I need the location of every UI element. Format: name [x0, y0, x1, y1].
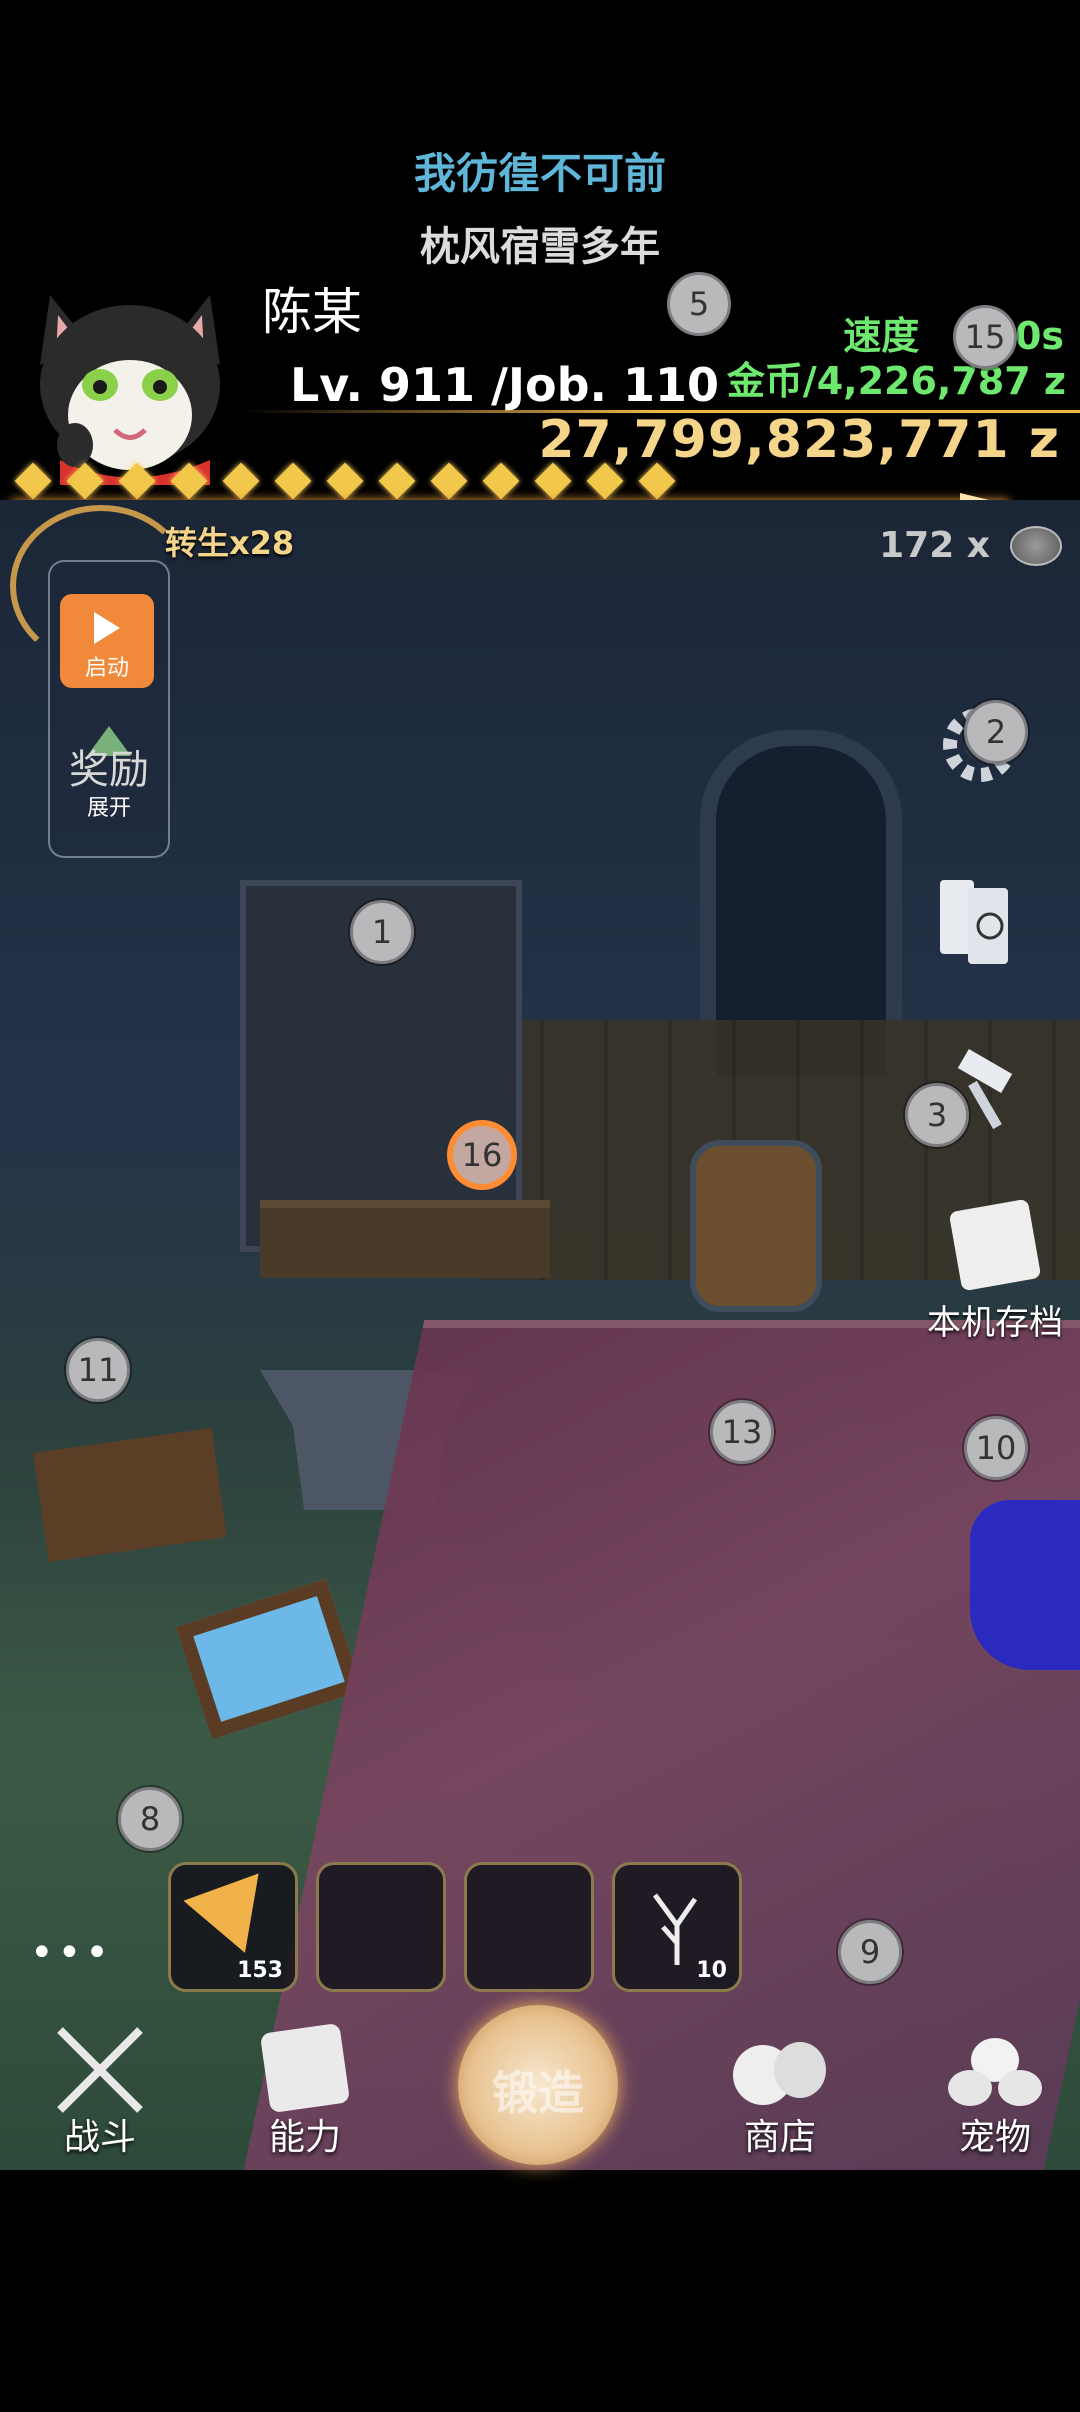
ability-scroll-icon	[259, 2022, 351, 2114]
star-icon	[170, 462, 208, 500]
marker-11[interactable]: 11	[66, 1338, 130, 1402]
gold-rate: 金币/4,226,787 z	[726, 359, 1066, 403]
money-bags-icon	[733, 2042, 826, 2105]
water-trough	[175, 1578, 363, 1740]
marker-10[interactable]: 10	[964, 1416, 1028, 1480]
star-icon	[14, 462, 52, 500]
star-icon	[378, 462, 416, 500]
marker-13[interactable]: 13	[710, 1400, 774, 1464]
grindstone-bench	[33, 1428, 227, 1562]
star-icon	[430, 462, 468, 500]
experience-stars	[14, 462, 714, 502]
nav-battle[interactable]: 战斗	[30, 2020, 170, 2160]
star-icon	[326, 462, 364, 500]
level-text: Lv. 911 /Job. 110	[290, 358, 720, 412]
save-label: 本机存档	[927, 1303, 1063, 1343]
subtitle-white: 枕风宿雪多年	[420, 224, 660, 270]
workbench	[260, 1200, 550, 1278]
marker-8[interactable]: 8	[118, 1787, 182, 1851]
pizza-icon	[183, 1873, 283, 1967]
reward-expand-button[interactable]: 奖励 展开	[50, 712, 168, 832]
item-slot-pizza[interactable]: 153	[168, 1862, 298, 1992]
star-icon	[66, 462, 104, 500]
marker-2[interactable]: 2	[964, 700, 1028, 764]
nav-pet-label: 宠物	[958, 2117, 1031, 2158]
total-gold: 27,799,823,771 z	[538, 410, 1060, 470]
nav-ability[interactable]: 能力	[235, 2020, 375, 2160]
marker-16[interactable]: 16	[450, 1123, 514, 1187]
subtitle-blue: 我彷徨不可前	[413, 149, 666, 198]
save-button[interactable]: 本机存档	[910, 1198, 1080, 1345]
branch-count: 10	[696, 1958, 727, 1983]
player-name: 陈某	[262, 283, 362, 341]
reward-label: 奖励	[69, 747, 149, 793]
star-icon	[534, 462, 572, 500]
pets-icon	[948, 2038, 1042, 2106]
item-slot-empty-1[interactable]	[316, 1862, 446, 1992]
nav-center-forge[interactable]: 锻造	[458, 2005, 618, 2165]
avatar[interactable]	[20, 265, 240, 485]
item-slot-branch[interactable]: 10	[612, 1862, 742, 1992]
star-icon	[638, 462, 676, 500]
coin-count: 172 x	[879, 525, 1062, 566]
nav-shop-label: 商店	[743, 2117, 816, 2158]
pizza-count: 153	[237, 1958, 283, 1983]
rebirth-label: 转生x28	[165, 524, 295, 562]
nav-battle-label: 战斗	[63, 2117, 136, 2158]
item-slot-empty-2[interactable]	[464, 1862, 594, 1992]
scroll-icon	[948, 1198, 1042, 1292]
nav-ability-label: 能力	[268, 2117, 341, 2158]
marker-3[interactable]: 3	[905, 1083, 969, 1147]
star-icon	[274, 462, 312, 500]
coins-icon	[1010, 525, 1062, 566]
nav-pet[interactable]: 宠物	[925, 2020, 1065, 2160]
star-icon	[222, 462, 260, 500]
marker-5[interactable]: 5	[667, 272, 731, 336]
marker-9[interactable]: 9	[838, 1920, 902, 1984]
star-icon	[482, 462, 520, 500]
blue-cloth	[970, 1500, 1080, 1670]
expand-label: 展开	[86, 796, 131, 821]
marker-1[interactable]: 1	[350, 900, 414, 964]
star-icon	[586, 462, 624, 500]
crossed-swords-icon	[57, 2027, 143, 2113]
barrel	[690, 1140, 822, 1312]
more-dots-button[interactable]: •••	[30, 1930, 113, 1976]
marker-15[interactable]: 15	[953, 305, 1017, 369]
nav-center-label: 锻造	[492, 2066, 584, 2120]
coin-count-label: 172 x	[879, 525, 990, 566]
book-icon[interactable]	[930, 870, 1030, 970]
nav-shop[interactable]: 商店	[710, 2020, 850, 2160]
star-icon	[118, 462, 156, 500]
